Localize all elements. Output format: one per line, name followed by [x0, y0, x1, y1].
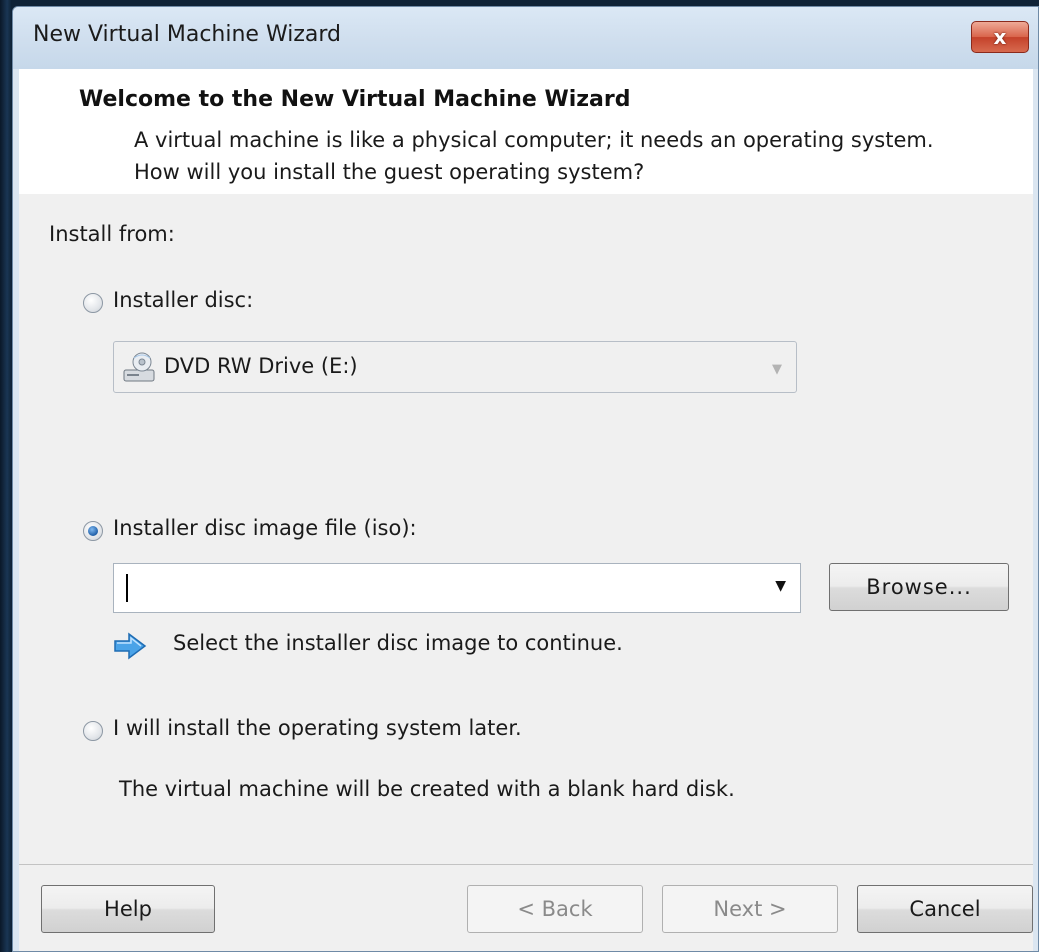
page-description: A virtual machine is like a physical com… — [134, 128, 934, 184]
cancel-button[interactable]: Cancel — [857, 885, 1033, 933]
desktop-edge — [0, 0, 12, 952]
info-arrow-icon — [114, 632, 147, 660]
installer-disc-label[interactable]: Installer disc: — [113, 288, 253, 312]
help-button[interactable]: Help — [41, 885, 215, 933]
dvd-drive-icon — [123, 352, 155, 382]
close-button[interactable]: x — [971, 21, 1029, 53]
wizard-window: New Virtual Machine Wizard x Welcome to … — [12, 6, 1039, 952]
chevron-down-icon[interactable]: ▼ — [775, 578, 786, 594]
iso-hint: Select the installer disc image to conti… — [173, 631, 623, 655]
install-later-radio[interactable] — [83, 721, 103, 741]
iso-label[interactable]: Installer disc image file (iso): — [113, 516, 417, 540]
wizard-body: Install from: Installer disc: DVD RW Dri… — [19, 194, 1033, 864]
page-title: Welcome to the New Virtual Machine Wizar… — [79, 87, 631, 112]
window-title: New Virtual Machine Wizard — [33, 22, 341, 47]
wizard-header: Welcome to the New Virtual Machine Wizar… — [19, 69, 1033, 195]
drive-select[interactable]: DVD RW Drive (E:) ▼ — [113, 341, 797, 393]
install-later-label[interactable]: I will install the operating system late… — [113, 716, 522, 740]
iso-path-combobox[interactable]: ▼ — [113, 563, 801, 613]
title-bar: New Virtual Machine Wizard x — [13, 7, 1038, 69]
next-button[interactable]: Next > — [662, 885, 838, 933]
wizard-footer: Help < Back Next > Cancel — [19, 864, 1033, 951]
browse-button[interactable]: Browse... — [829, 563, 1009, 611]
iso-radio[interactable] — [83, 521, 103, 541]
install-from-label: Install from: — [49, 222, 175, 246]
iso-path-input[interactable] — [114, 564, 774, 612]
installer-disc-radio[interactable] — [83, 293, 103, 313]
drive-value: DVD RW Drive (E:) — [164, 354, 358, 378]
text-caret — [126, 574, 128, 602]
close-icon: x — [993, 25, 1007, 49]
back-button[interactable]: < Back — [467, 885, 643, 933]
chevron-down-icon: ▼ — [772, 362, 782, 377]
install-later-description: The virtual machine will be created with… — [119, 777, 735, 801]
